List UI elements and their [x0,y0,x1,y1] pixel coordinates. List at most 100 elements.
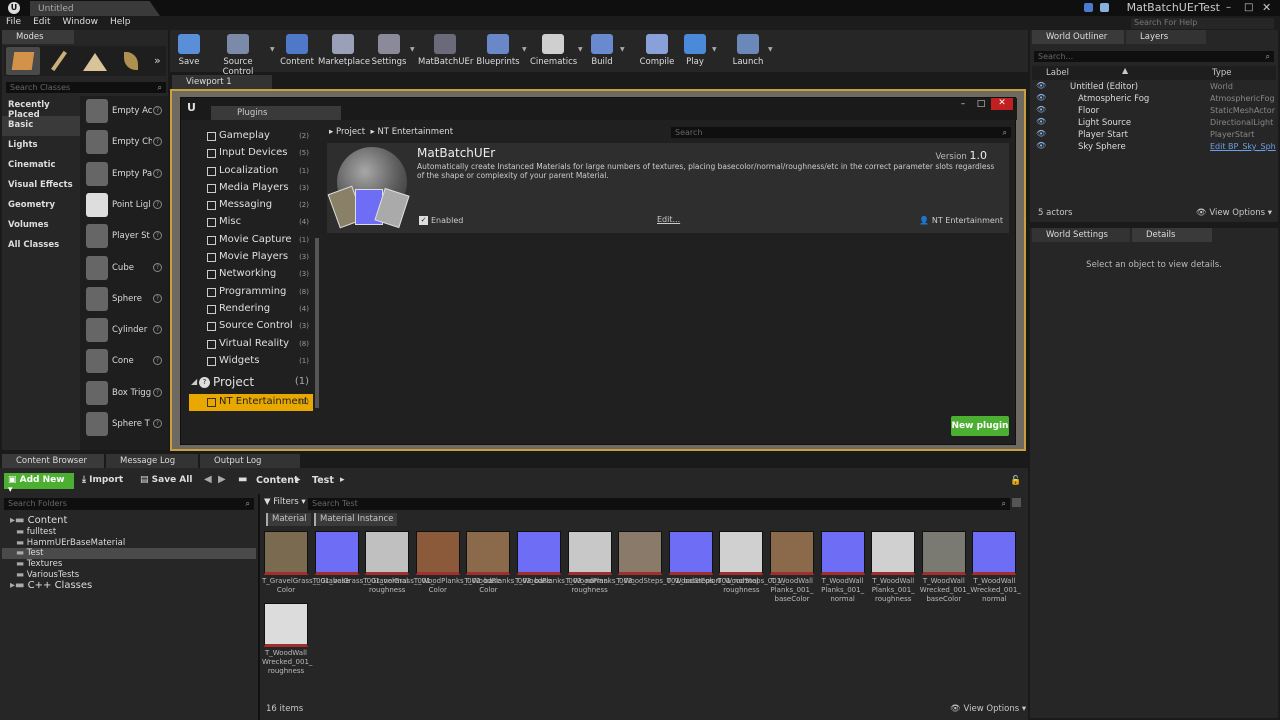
asset-item[interactable]: T_GravelGrass_001_base Color [262,531,350,611]
outliner-row[interactable]: 👁 Light Source DirectionalLight [1032,117,1276,129]
plugin-category-programming[interactable]: Programming (8) [189,284,313,301]
help-icon[interactable]: ? [153,231,162,241]
place-mode-icon[interactable] [6,47,40,75]
world-settings-tab[interactable]: World Settings [1032,228,1130,242]
splitter[interactable] [258,494,260,720]
plugin-category-messaging[interactable]: Messaging (2) [189,197,313,214]
dropdown-arrow-icon[interactable]: ▼ [768,46,774,53]
help-icon[interactable]: ? [153,168,162,178]
outliner-type[interactable]: Edit BP_Sky_Sph [1210,142,1276,151]
label-column[interactable]: Label [1046,68,1069,78]
place-item-2[interactable]: Empty Pa? [80,160,166,190]
close-icon[interactable]: ✕ [1262,1,1271,14]
chat-icon[interactable] [1084,3,1093,12]
category-recently-placed[interactable]: Recently Placed [2,96,80,120]
visibility-eye-icon[interactable]: 👁 [1036,105,1046,114]
menu-window[interactable]: Window [57,16,105,28]
search-classes-input[interactable]: Search Classes ⌕ [6,82,166,93]
dropdown-arrow-icon[interactable]: ▼ [712,46,718,53]
asset-item[interactable]: T_WoodPlanks_003_ roughness [566,531,636,611]
plugin-category-gameplay[interactable]: Gameplay (2) [189,128,313,145]
maximize-icon[interactable]: □ [1244,2,1253,13]
help-icon[interactable]: ? [153,262,162,272]
outliner-row[interactable]: 👁 Floor StaticMeshActor [1032,105,1276,117]
toolbar-content-button[interactable]: Content [280,34,314,70]
toolbar-build-button[interactable]: Build [586,34,618,70]
plugin-category-virtual-reality[interactable]: Virtual Reality (8) [189,336,313,353]
plugin-category-input-devices[interactable]: Input Devices (5) [189,145,313,162]
place-item-5[interactable]: Cube? [80,254,166,284]
visibility-eye-icon[interactable]: 👁 [1036,129,1046,138]
place-item-7[interactable]: Cylinder? [80,316,166,346]
outliner-search-input[interactable]: Search... ⌕ [1034,51,1274,62]
menu-edit[interactable]: Edit [27,16,56,28]
enabled-checkbox[interactable]: ✓ [419,216,428,225]
help-icon[interactable]: ? [153,293,162,303]
dropdown-arrow-icon[interactable]: ▼ [270,46,276,53]
place-item-8[interactable]: Cone? [80,347,166,377]
output-log-tab[interactable]: Output Log [200,454,300,468]
paint-mode-icon[interactable] [44,47,74,75]
plugin-category-source-control[interactable]: Source Control (3) [189,318,313,335]
content-view-options[interactable]: 👁 View Options ▾ [950,704,1026,714]
place-item-9[interactable]: Box Trigg? [80,379,166,409]
menu-help[interactable]: Help [104,16,137,28]
world-outliner-tab[interactable]: World Outliner [1032,30,1124,44]
dropdown-arrow-icon[interactable]: ▼ [578,46,584,53]
toolbar-play-button[interactable]: Play [680,34,710,70]
message-log-tab[interactable]: Message Log [106,454,198,468]
asset-item[interactable]: T_WoodPlanks_002_base Color [414,531,501,611]
category-all-classes[interactable]: All Classes [2,236,80,256]
dropdown-arrow-icon[interactable]: ▼ [410,46,416,53]
foliage-mode-icon[interactable] [114,47,148,75]
minimize-icon[interactable]: – [1226,2,1231,13]
plugin-category-localization[interactable]: Localization (1) [189,163,313,180]
help-icon[interactable]: ? [153,325,162,335]
more-modes-icon[interactable]: » [154,54,161,67]
place-item-6[interactable]: Sphere? [80,285,166,315]
dropdown-arrow-icon[interactable]: ▼ [620,46,626,53]
asset-item[interactable]: T_WoodSteps_001_ roughness [717,531,785,611]
dropdown-arrow-icon[interactable]: ▼ [522,46,528,53]
place-item-10[interactable]: Sphere T? [80,410,166,440]
category-geometry[interactable]: Geometry [2,196,80,216]
category-scrollbar[interactable] [315,238,319,408]
folder-c-classes[interactable]: ▸▬ C++ Classes [2,580,256,592]
plugin-category-rendering[interactable]: Rendering (4) [189,301,313,318]
save-search-icon[interactable] [1012,498,1021,507]
help-icon[interactable]: ? [153,137,162,147]
plugin-category-misc[interactable]: Misc (4) [189,214,313,231]
category-lights[interactable]: Lights [2,136,80,156]
toolbar-compile-button[interactable]: Compile [636,34,678,70]
search-help-input[interactable]: Search For Help [1131,18,1274,29]
category-cinematic[interactable]: Cinematic [2,156,80,176]
asset-item[interactable]: T_WoodWall Wrecked_001_ baseColor [920,531,970,611]
place-item-3[interactable]: Point Ligl? [80,191,166,221]
menu-file[interactable]: File [0,16,27,28]
asset-item[interactable]: T_WoodWall Planks_001_ roughness [869,531,917,611]
outliner-view-options[interactable]: 👁 View Options ▾ [1196,208,1272,218]
toolbar-source-control-button[interactable]: Source Control [208,34,268,77]
asset-item[interactable]: T_GravelGrass_001_ roughness [363,531,434,611]
save-all-button[interactable]: ▤ Save All [140,475,192,485]
add-new-button[interactable]: ▣ Add New ▾ [4,473,74,495]
new-plugin-button[interactable]: New plugin [951,416,1009,436]
content-browser-tab[interactable]: Content Browser [2,454,104,468]
breadcrumb-project[interactable]: Project [336,127,365,137]
outliner-row[interactable]: 👁 Untitled (Editor) World [1032,81,1276,93]
back-icon[interactable]: ◀ [204,474,212,485]
edit-link[interactable]: Edit... [657,215,680,224]
toolbar-cinematics-button[interactable]: Cinematics [530,34,577,70]
import-button[interactable]: ⤓ Import [82,475,123,485]
help-icon[interactable]: ? [153,419,162,428]
plugin-card[interactable]: MatBatchUEr Version 1.0 Automatically cr… [327,143,1009,233]
plugin-category-widgets[interactable]: Widgets (1) [189,353,313,370]
maximize-icon[interactable]: □ [973,99,989,109]
folder-test[interactable]: ▬ Test [2,548,256,560]
visibility-eye-icon[interactable]: 👁 [1036,117,1046,126]
feedback-icon[interactable] [1100,3,1109,12]
plugin-category-networking[interactable]: Networking (3) [189,266,313,283]
filter-chip-material-instance[interactable]: Material Instance [314,513,398,526]
help-icon[interactable]: ? [153,356,162,366]
forward-icon[interactable]: ▶ [218,474,226,485]
